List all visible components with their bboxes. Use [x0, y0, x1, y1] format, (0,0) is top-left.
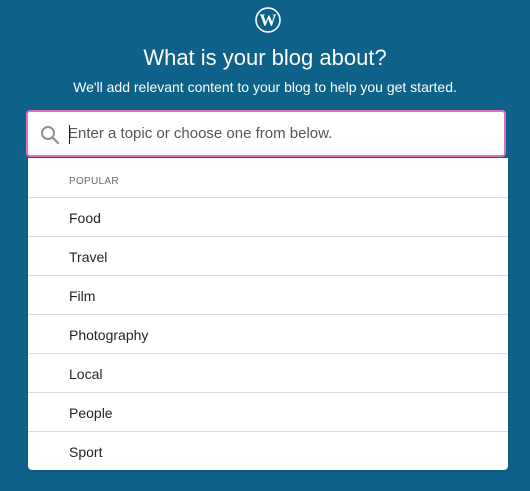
list-item[interactable]: Photography: [28, 314, 508, 353]
list-item[interactable]: Film: [28, 275, 508, 314]
search-input[interactable]: [68, 118, 488, 148]
list-item[interactable]: Sport: [28, 431, 508, 470]
list-item-label: Sport: [69, 444, 103, 460]
page-subtitle: We'll add relevant content to your blog …: [73, 79, 457, 95]
list-item[interactable]: Food: [28, 197, 508, 236]
list-item-label: Travel: [69, 249, 108, 265]
suggestions-panel: POPULAR Food Travel Film Photography Loc…: [28, 158, 508, 470]
list-item-label: Film: [69, 288, 96, 304]
text-cursor: [69, 125, 70, 144]
list-item-label: Photography: [69, 327, 149, 343]
page-title: What is your blog about?: [143, 45, 387, 70]
svg-text:W: W: [260, 11, 277, 30]
search-box[interactable]: [26, 110, 506, 157]
list-item[interactable]: Local: [28, 353, 508, 392]
list-item-label: Food: [69, 210, 101, 226]
list-item[interactable]: Travel: [28, 236, 508, 275]
wordpress-logo-icon: W: [255, 7, 281, 33]
suggestions-list: Food Travel Film Photography Local Peopl…: [28, 197, 508, 470]
list-item-label: People: [69, 405, 113, 421]
section-label-popular: POPULAR: [69, 176, 119, 187]
list-item[interactable]: People: [28, 392, 508, 431]
search-icon: [41, 126, 60, 145]
list-item-label: Local: [69, 366, 103, 382]
